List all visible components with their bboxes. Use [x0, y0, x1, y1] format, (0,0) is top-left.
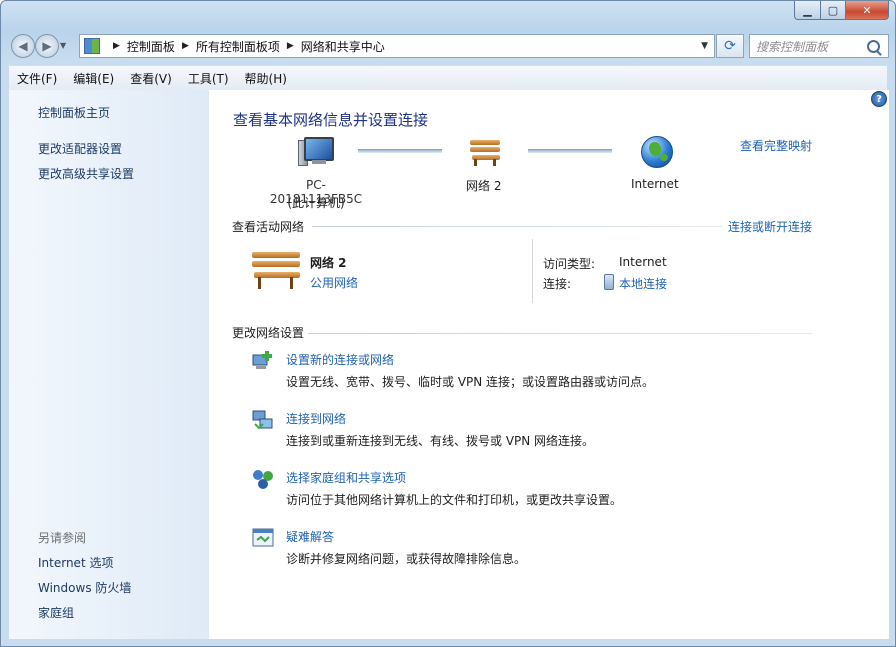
- view-full-map-link[interactable]: 查看完整映射: [740, 137, 812, 154]
- menu-bar: 文件(F) 编辑(E) 查看(V) 工具(T) 帮助(H): [9, 65, 887, 91]
- control-panel-icon: [84, 38, 100, 54]
- back-button[interactable]: ◀: [11, 34, 35, 58]
- window-controls: ▁ ▢ ✕: [794, 1, 889, 20]
- access-type-value: Internet: [619, 255, 667, 269]
- active-network-divider: [532, 239, 533, 303]
- map-connector-line: [358, 149, 442, 153]
- maximize-button[interactable]: ▢: [821, 1, 846, 20]
- task-homegroup-sharing-link[interactable]: 选择家庭组和共享选项: [286, 469, 406, 486]
- breadcrumb-separator[interactable]: ▶: [182, 41, 189, 51]
- task-setup-new-connection-link[interactable]: 设置新的连接或网络: [286, 351, 394, 368]
- menu-edit[interactable]: 编辑(E): [65, 70, 122, 87]
- recent-pages-dropdown[interactable]: ▼: [60, 41, 66, 50]
- task-connect-to-network-link[interactable]: 连接到网络: [286, 410, 346, 427]
- change-settings-header: 更改网络设置: [232, 326, 305, 340]
- content-area: 控制面板主页 更改适配器设置 更改高级共享设置 另请参阅 Internet 选项…: [9, 90, 889, 639]
- address-dropdown-icon[interactable]: ▼: [701, 41, 708, 51]
- task-troubleshoot-desc: 诊断并修复网络问题，或获得故障排除信息。: [286, 552, 527, 566]
- page-title: 查看基本网络信息并设置连接: [233, 111, 429, 129]
- search-input[interactable]: 搜索控制面板: [756, 38, 867, 55]
- breadcrumb-separator[interactable]: ▶: [113, 41, 120, 51]
- sidebar-item-advanced-sharing[interactable]: 更改高级共享设置: [38, 165, 134, 182]
- sidebar-item-windows-firewall[interactable]: Windows 防火墙: [38, 579, 131, 596]
- computer-icon: [298, 137, 334, 167]
- menu-view[interactable]: 查看(V): [122, 70, 180, 87]
- sidebar-item-control-panel-home[interactable]: 控制面板主页: [38, 104, 110, 121]
- sidebar-item-homegroup[interactable]: 家庭组: [38, 604, 74, 621]
- minimize-button[interactable]: ▁: [794, 1, 821, 20]
- address-bar[interactable]: ▶ 控制面板 ▶ 所有控制面板项 ▶ 网络和共享中心 ▼: [79, 34, 715, 58]
- connections-label: 连接:: [543, 277, 572, 291]
- close-button[interactable]: ✕: [846, 1, 889, 20]
- active-network-bench-icon: [252, 252, 300, 290]
- breadcrumb-network-center[interactable]: 网络和共享中心: [301, 38, 385, 55]
- task-homegroup-sharing-desc: 访问位于其他网络计算机上的文件和打印机，或更改共享设置。: [286, 493, 623, 507]
- breadcrumb-control-panel[interactable]: 控制面板: [127, 38, 175, 55]
- connect-to-network-icon: [252, 410, 273, 430]
- refresh-button[interactable]: ⟳: [716, 34, 744, 58]
- internet-globe-icon: [641, 136, 673, 168]
- troubleshoot-icon: [252, 528, 274, 547]
- map-connector-line: [528, 149, 612, 153]
- see-also-heading: 另请参阅: [38, 531, 87, 545]
- task-connect-to-network-desc: 连接到或重新连接到无线、有线、拨号或 VPN 网络连接。: [286, 434, 595, 448]
- sidebar: 控制面板主页 更改适配器设置 更改高级共享设置 另请参阅 Internet 选项…: [9, 90, 209, 639]
- network-type-link[interactable]: 公用网络: [310, 274, 358, 291]
- network-adapter-icon: [604, 274, 614, 290]
- refresh-icon: ⟳: [724, 38, 736, 54]
- navigation-bar: ◀ ▶ ▼ ▶ 控制面板 ▶ 所有控制面板项 ▶ 网络和共享中心 ▼ ⟳ 搜索控…: [9, 33, 889, 59]
- menu-file[interactable]: 文件(F): [9, 70, 65, 87]
- breadcrumb-separator[interactable]: ▶: [287, 41, 294, 51]
- menu-help[interactable]: 帮助(H): [237, 70, 295, 87]
- help-icon[interactable]: ?: [871, 91, 887, 107]
- search-icon[interactable]: [867, 39, 880, 53]
- active-network-name: 网络 2: [310, 256, 347, 270]
- homegroup-icon: [253, 470, 273, 489]
- connect-disconnect-link[interactable]: 连接或断开连接: [728, 218, 812, 235]
- bench-network-icon: [470, 140, 500, 166]
- section-divider: [308, 333, 812, 334]
- window: ▁ ▢ ✕ ◀ ▶ ▼ ▶ 控制面板 ▶ 所有控制面板项 ▶ 网络和共享中心 ▼…: [0, 0, 896, 647]
- task-setup-new-connection-desc: 设置无线、宽带、拨号、临时或 VPN 连接；或设置路由器或访问点。: [286, 375, 655, 389]
- forward-button[interactable]: ▶: [35, 34, 59, 58]
- computer-caption-label: (此计算机): [287, 196, 345, 210]
- map-internet-label: Internet: [631, 177, 679, 191]
- section-divider: [312, 226, 722, 227]
- forward-arrow-icon: ▶: [42, 39, 52, 53]
- map-network-label: 网络 2: [466, 179, 502, 193]
- breadcrumb-all-items[interactable]: 所有控制面板项: [196, 38, 280, 55]
- access-type-label: 访问类型:: [543, 257, 596, 271]
- task-troubleshoot-link[interactable]: 疑难解答: [286, 528, 334, 545]
- sidebar-item-internet-options[interactable]: Internet 选项: [38, 554, 113, 571]
- search-box[interactable]: 搜索控制面板: [749, 34, 889, 58]
- sidebar-item-adapter-settings[interactable]: 更改适配器设置: [38, 140, 122, 157]
- back-arrow-icon: ◀: [18, 39, 28, 53]
- new-connection-icon: [252, 351, 272, 369]
- menu-tools[interactable]: 工具(T): [180, 70, 237, 87]
- local-connection-link[interactable]: 本地连接: [619, 275, 667, 292]
- active-networks-header: 查看活动网络: [232, 220, 305, 234]
